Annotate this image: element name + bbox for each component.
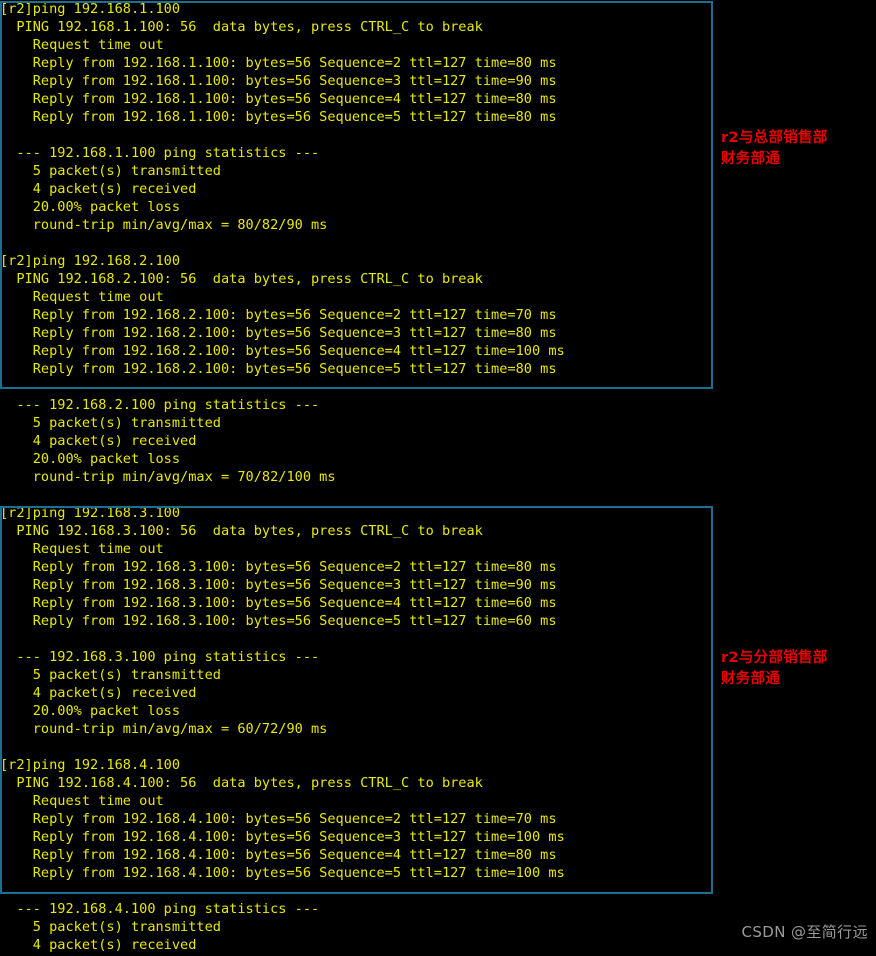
csdn-watermark: CSDN @至简行远 xyxy=(741,923,868,941)
terminal-line: 4 packet(s) received xyxy=(0,433,197,449)
annotation-headquarters-reachable: r2与总部销售部 财务部通 xyxy=(721,130,828,167)
terminal-line: 20.00% packet loss xyxy=(0,451,181,467)
terminal-line: Reply from 192.168.1.100: bytes=56 Seque… xyxy=(0,109,557,125)
terminal-line: Reply from 192.168.3.100: bytes=56 Seque… xyxy=(0,613,557,629)
terminal-line: Request time out xyxy=(0,37,164,53)
terminal-line: Request time out xyxy=(0,541,164,557)
terminal-line: Reply from 192.168.4.100: bytes=56 Seque… xyxy=(0,829,565,845)
terminal-line: 5 packet(s) transmitted xyxy=(0,415,221,431)
terminal-line: Reply from 192.168.4.100: bytes=56 Seque… xyxy=(0,865,565,881)
terminal-line: round-trip min/avg/max = 60/72/90 ms xyxy=(0,721,328,737)
terminal-line: Reply from 192.168.2.100: bytes=56 Seque… xyxy=(0,307,557,323)
terminal-line: PING 192.168.4.100: 56 data bytes, press… xyxy=(0,775,483,791)
terminal-line: Reply from 192.168.1.100: bytes=56 Seque… xyxy=(0,91,557,107)
terminal-line: PING 192.168.3.100: 56 data bytes, press… xyxy=(0,523,483,539)
terminal-line: 4 packet(s) received xyxy=(0,181,197,197)
terminal-line: Reply from 192.168.2.100: bytes=56 Seque… xyxy=(0,343,565,359)
terminal-line: Request time out xyxy=(0,793,164,809)
terminal-line: Reply from 192.168.3.100: bytes=56 Seque… xyxy=(0,577,557,593)
terminal-line: [r2]ping 192.168.3.100 xyxy=(0,505,181,521)
terminal-line: PING 192.168.2.100: 56 data bytes, press… xyxy=(0,271,483,287)
terminal-line: round-trip min/avg/max = 70/82/100 ms xyxy=(0,469,336,485)
terminal-line: [r2]ping 192.168.4.100 xyxy=(0,757,181,773)
terminal-line: Request time out xyxy=(0,289,164,305)
terminal-line: [r2]ping 192.168.2.100 xyxy=(0,253,181,269)
terminal-line: PING 192.168.1.100: 56 data bytes, press… xyxy=(0,19,483,35)
terminal-line: 20.00% packet loss xyxy=(0,199,181,215)
terminal-line: Reply from 192.168.4.100: bytes=56 Seque… xyxy=(0,847,557,863)
terminal-line: 20.00% packet loss xyxy=(0,703,181,719)
terminal-line: Reply from 192.168.2.100: bytes=56 Seque… xyxy=(0,325,557,341)
terminal-line: Reply from 192.168.3.100: bytes=56 Seque… xyxy=(0,595,557,611)
terminal-line: --- 192.168.4.100 ping statistics --- xyxy=(0,901,320,917)
terminal-line: Reply from 192.168.1.100: bytes=56 Seque… xyxy=(0,55,557,71)
terminal-line: round-trip min/avg/max = 80/82/90 ms xyxy=(0,217,328,233)
terminal-line: [r2]ping 192.168.1.100 xyxy=(0,1,181,17)
annotation-branch-reachable: r2与分部销售部 财务部通 xyxy=(721,650,828,687)
terminal-line: Reply from 192.168.4.100: bytes=56 Seque… xyxy=(0,811,557,827)
terminal-line: --- 192.168.2.100 ping statistics --- xyxy=(0,397,320,413)
terminal-screenshot: [r2]ping 192.168.1.100 PING 192.168.1.10… xyxy=(0,0,876,956)
terminal-line: Reply from 192.168.3.100: bytes=56 Seque… xyxy=(0,559,557,575)
terminal-line: Reply from 192.168.2.100: bytes=56 Seque… xyxy=(0,361,557,377)
terminal-line: Reply from 192.168.1.100: bytes=56 Seque… xyxy=(0,73,557,89)
